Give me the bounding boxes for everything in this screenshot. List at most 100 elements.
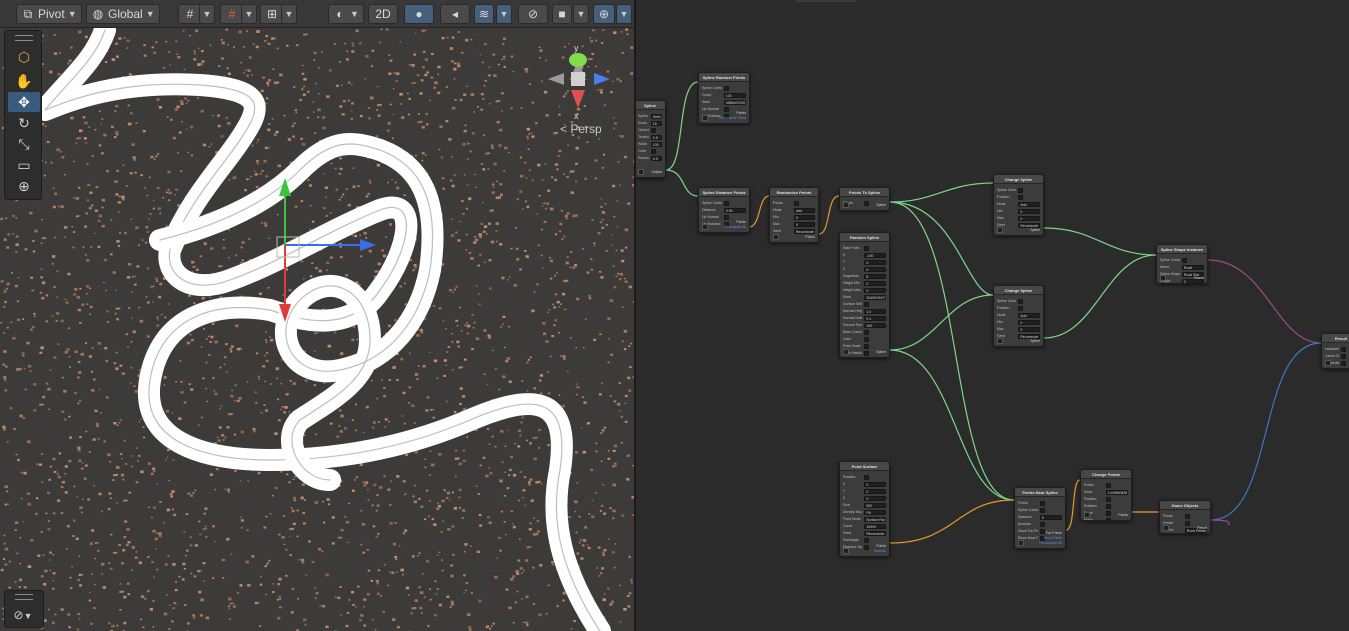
camera-dropdown[interactable]: ▼ bbox=[573, 4, 589, 24]
field-checkbox[interactable] bbox=[864, 350, 870, 356]
field-checkbox[interactable] bbox=[1039, 521, 1045, 527]
field-checkbox[interactable] bbox=[723, 85, 729, 91]
field-checkbox[interactable] bbox=[1018, 187, 1024, 193]
field-checkbox[interactable] bbox=[650, 127, 656, 133]
field-checkbox[interactable] bbox=[1018, 298, 1024, 304]
node-toggle-checkbox[interactable] bbox=[773, 234, 779, 240]
gizmos-dropdown[interactable]: ▼ bbox=[616, 4, 632, 24]
node-toggle-checkbox[interactable] bbox=[843, 548, 849, 554]
hidden-objects-toggle[interactable]: ⊘ bbox=[518, 4, 548, 24]
field-checkbox[interactable] bbox=[1039, 500, 1045, 506]
transform-tool-button[interactable]: ⊕ bbox=[8, 176, 40, 196]
field-checkbox[interactable] bbox=[864, 329, 870, 335]
field-checkbox[interactable] bbox=[864, 544, 870, 550]
move-tool-button[interactable]: ✥ bbox=[8, 92, 40, 112]
field-checkbox[interactable] bbox=[1105, 482, 1111, 488]
field-value[interactable]: 0 bbox=[1018, 215, 1040, 221]
node-title[interactable]: Result bbox=[1322, 334, 1349, 343]
field-value[interactable]: Add bbox=[793, 207, 815, 213]
node-title[interactable]: Point Surface bbox=[840, 462, 889, 471]
node-title[interactable]: Change Spline bbox=[994, 175, 1043, 184]
graph-node-change-spline-1[interactable]: Change SplineSpline ContainerPositionMod… bbox=[993, 174, 1044, 236]
field-value[interactable]: 10000 bbox=[864, 523, 886, 529]
field-value[interactable]: Road bbox=[1181, 264, 1204, 270]
field-checkbox[interactable] bbox=[1105, 517, 1111, 520]
field-value[interactable]: Recompute bbox=[1018, 333, 1040, 339]
output-port[interactable]: Bounds bbox=[874, 549, 886, 553]
field-checkbox[interactable] bbox=[864, 245, 870, 251]
field-value[interactable]: 0.90 bbox=[723, 207, 746, 213]
node-toggle-checkbox[interactable] bbox=[843, 202, 849, 208]
field-value[interactable]: 0 bbox=[864, 259, 886, 265]
scene-view[interactable]: y x < Persp ⧉ Pivot ▼ ◍ Global ▼ # ▼ # ▼… bbox=[0, 0, 634, 631]
field-checkbox[interactable] bbox=[1341, 360, 1347, 366]
field-value[interactable]: 2049519475 bbox=[864, 294, 886, 300]
field-checkbox[interactable] bbox=[864, 343, 870, 349]
field-value[interactable]: 1.0 bbox=[864, 308, 886, 314]
output-port[interactable]: Recompute All bbox=[1039, 541, 1062, 545]
persp-label[interactable]: < Persp bbox=[560, 122, 602, 136]
field-value[interactable]: Fill bbox=[864, 509, 886, 515]
rotate-tool-button[interactable]: ↻ bbox=[8, 113, 40, 133]
field-value[interactable]: 18 bbox=[650, 120, 662, 126]
graph-node-random-spline[interactable]: Random Spline Start Point X -100 Y 0 Z 0 Segment… bbox=[839, 232, 890, 358]
output-port[interactable]: Points bbox=[736, 111, 746, 115]
2d-toggle[interactable]: 2D bbox=[368, 4, 398, 24]
graph-node-game-objects[interactable]: Game ObjectsPointsPrefabParentRock Prefa… bbox=[1159, 500, 1211, 534]
field-value[interactable]: 0.1 bbox=[864, 315, 886, 321]
node-toggle-checkbox[interactable] bbox=[1084, 512, 1090, 518]
node-title[interactable]: Points To Spline bbox=[840, 188, 889, 197]
field-value[interactable]: Recompute bbox=[1018, 222, 1040, 228]
field-value[interactable]: 5 bbox=[1039, 514, 1062, 520]
field-checkbox[interactable] bbox=[650, 148, 656, 154]
node-title[interactable]: Spline Shape Instance bbox=[1157, 245, 1207, 254]
node-toggle-checkbox[interactable] bbox=[843, 349, 849, 355]
ruler-dropdown[interactable]: ▼ bbox=[281, 4, 297, 24]
graph-node-change-points[interactable]: Change Points Points Seed 1449560838 Positio… bbox=[1080, 469, 1132, 521]
output-port[interactable]: Recompute All bbox=[723, 225, 746, 229]
node-toggle-checkbox[interactable] bbox=[702, 224, 708, 230]
field-checkbox[interactable] bbox=[864, 358, 869, 359]
node-toggle-checkbox[interactable] bbox=[638, 169, 644, 175]
node-toggle-checkbox[interactable] bbox=[1325, 360, 1331, 366]
graph-node-randomize-points[interactable]: Randomize Points Points Mode Add Min 0 Max 0 See… bbox=[769, 187, 819, 243]
node-toggle-checkbox[interactable] bbox=[1018, 540, 1024, 546]
field-value[interactable]: 8 bbox=[864, 273, 886, 279]
field-checkbox[interactable] bbox=[1341, 353, 1347, 359]
graph-node-spline-random-points[interactable]: Spline Random PointsSpline ContainerCoun… bbox=[698, 72, 750, 124]
graph-node-spline[interactable]: SplineSplineSpline ToolKnots18ClosedTens… bbox=[636, 100, 666, 178]
output-port[interactable]: Near Points bbox=[1044, 536, 1062, 540]
field-checkbox[interactable] bbox=[1184, 513, 1190, 519]
node-title[interactable]: Change Points bbox=[1081, 470, 1131, 479]
pivot-dropdown[interactable]: ⧉ Pivot ▼ bbox=[16, 4, 82, 24]
node-title[interactable]: Game Objects bbox=[1160, 501, 1210, 510]
output-port[interactable]: Spline bbox=[876, 203, 886, 207]
field-value[interactable]: 0.5 bbox=[650, 134, 662, 140]
field-checkbox[interactable] bbox=[1105, 503, 1111, 509]
field-checkbox[interactable] bbox=[864, 200, 870, 206]
field-checkbox[interactable] bbox=[1039, 528, 1045, 534]
field-value[interactable]: 4586497035 bbox=[723, 99, 746, 105]
graph-node-change-spline-2[interactable]: Change SplineSpline ContainerPositionMod… bbox=[993, 285, 1044, 347]
view-tool-button[interactable]: ⬡ bbox=[8, 47, 40, 67]
field-value[interactable]: 0 bbox=[1018, 326, 1040, 332]
field-checkbox[interactable] bbox=[864, 474, 870, 480]
output-port[interactable]: Points bbox=[736, 220, 746, 224]
field-value[interactable]: 100 bbox=[723, 92, 746, 98]
drag-handle-icon[interactable] bbox=[15, 594, 33, 600]
field-value[interactable]: Recompute bbox=[864, 530, 886, 536]
field-value[interactable]: 0 bbox=[1018, 319, 1040, 325]
node-toggle-checkbox[interactable] bbox=[997, 227, 1003, 233]
output-port[interactable]: Result bbox=[1194, 276, 1204, 280]
output-port[interactable]: Points bbox=[876, 544, 886, 548]
field-value[interactable]: 1449560838 bbox=[1105, 489, 1128, 495]
field-value[interactable]: 100 bbox=[650, 141, 662, 147]
field-checkbox[interactable] bbox=[1341, 367, 1347, 368]
field-value[interactable]: 0 bbox=[864, 495, 886, 501]
node-toggle-checkbox[interactable] bbox=[1160, 275, 1166, 281]
field-value[interactable]: 0 bbox=[793, 214, 815, 220]
hand-tool-button[interactable]: ✋ bbox=[8, 71, 40, 91]
field-checkbox[interactable] bbox=[1018, 305, 1024, 311]
drag-handle-icon[interactable] bbox=[15, 35, 33, 41]
output-port[interactable]: Far Points bbox=[1046, 531, 1062, 535]
